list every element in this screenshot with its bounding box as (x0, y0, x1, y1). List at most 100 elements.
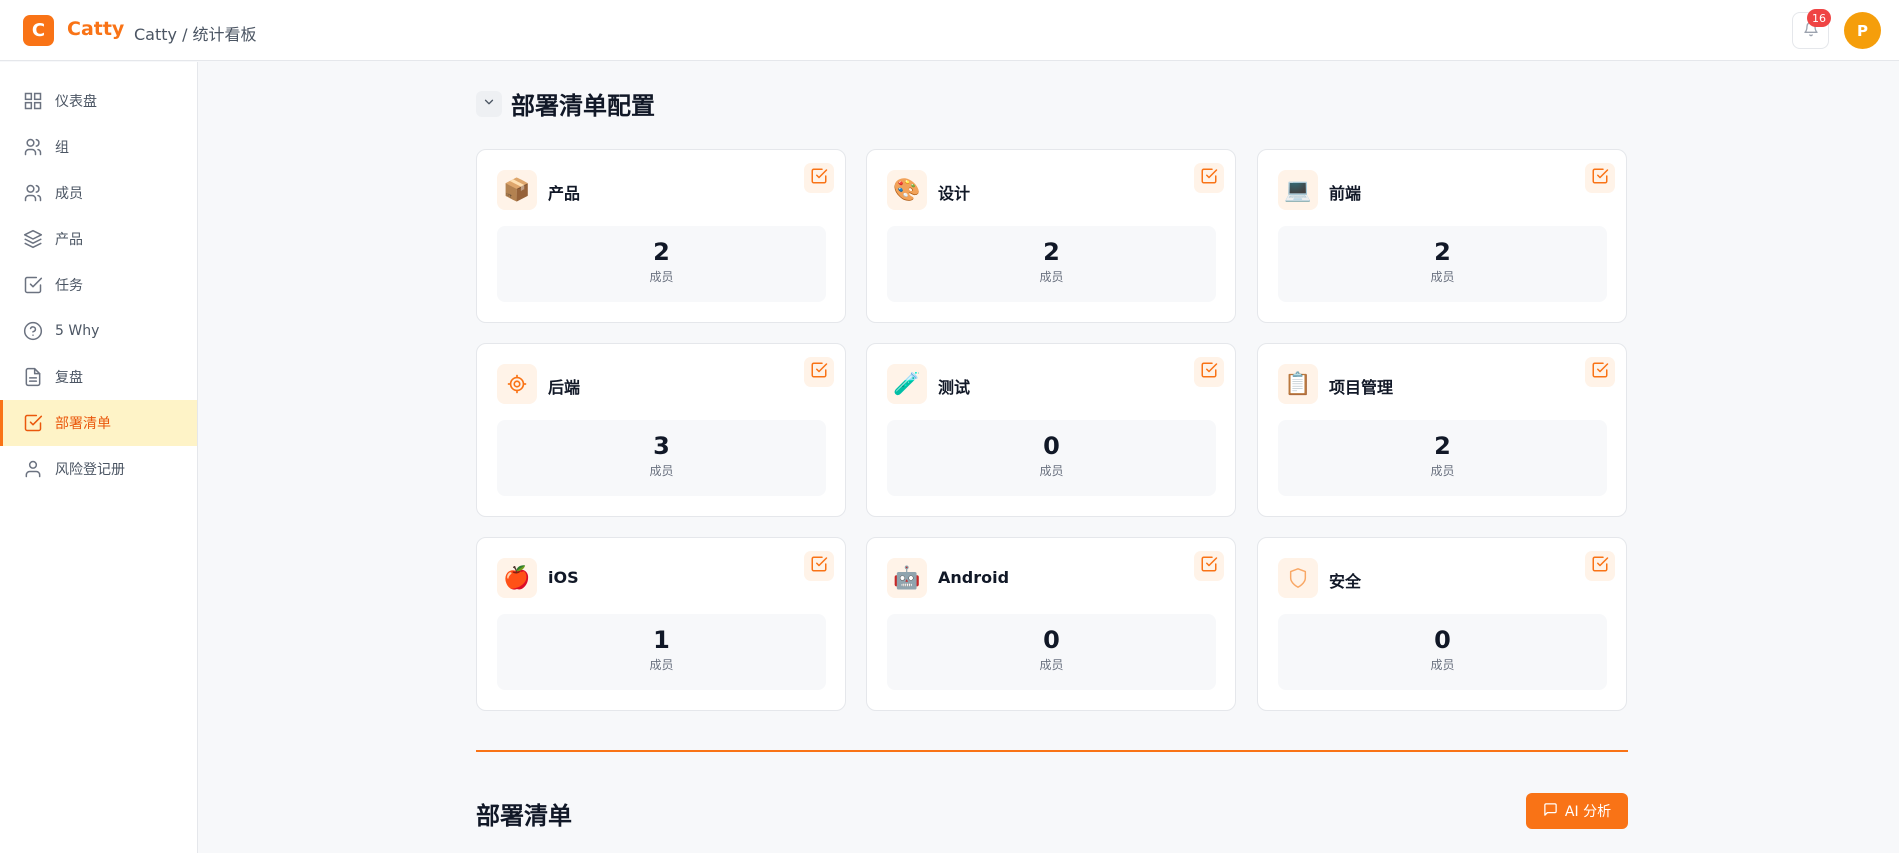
chevron-down-icon (482, 94, 496, 113)
sidebar-item-tasks[interactable]: 任务 (0, 262, 197, 308)
top-header: C Catty Catty / 统计看板 16 P (0, 0, 1899, 61)
test-tube-icon: 🧪 (887, 364, 927, 404)
member-stat: 2 成员 (887, 226, 1216, 302)
member-stat: 0 成员 (1278, 614, 1607, 690)
card-title: 设计 (938, 184, 971, 203)
sidebar-item-label: 部署清单 (55, 416, 111, 432)
role-card-product: 📦 产品 2 成员 (476, 149, 846, 323)
card-edit-button[interactable] (1194, 357, 1224, 387)
sidebar-item-products[interactable]: 产品 (0, 216, 197, 262)
card-edit-button[interactable] (1585, 551, 1615, 581)
sidebar: 仪表盘 组 成员 产品 任务 5 Why 复盘 部署清单 风险登记册 (0, 62, 198, 853)
member-stat: 1 成员 (497, 614, 826, 690)
card-edit-button[interactable] (804, 357, 834, 387)
card-edit-button[interactable] (1585, 163, 1615, 193)
role-card-android: 🤖 Android 0 成员 (866, 537, 1236, 711)
sidebar-item-label: 任务 (55, 278, 83, 294)
palette-icon: 🎨 (887, 170, 927, 210)
deploy-checklist-title: 部署清单 (476, 802, 572, 830)
sidebar-item-label: 组 (55, 140, 69, 156)
breadcrumb: Catty / 统计看板 (134, 25, 257, 44)
sidebar-item-label: 风险登记册 (55, 462, 125, 478)
member-stat: 0 成员 (887, 614, 1216, 690)
check-square-icon (1200, 167, 1218, 189)
check-square-icon (1591, 555, 1609, 577)
member-stat: 0 成员 (887, 420, 1216, 496)
card-edit-button[interactable] (1585, 357, 1615, 387)
member-stat: 2 成员 (1278, 226, 1607, 302)
check-square-icon (810, 361, 828, 383)
ai-analysis-button[interactable]: AI 分析 (1526, 793, 1628, 829)
check-square-icon (1200, 555, 1218, 577)
sidebar-item-label: 5 Why (55, 323, 100, 339)
member-label: 成员 (1039, 464, 1064, 478)
card-title: 安全 (1329, 572, 1362, 591)
document-icon (23, 367, 43, 387)
check-square-icon (810, 167, 828, 189)
section-header: 部署清单配置 (476, 86, 655, 121)
users-icon (23, 137, 43, 157)
role-card-backend: 后端 3 成员 (476, 343, 846, 517)
card-title: 产品 (548, 184, 581, 203)
role-card-ios: 🍎 iOS 1 成员 (476, 537, 846, 711)
sidebar-item-risk-register[interactable]: 风险登记册 (0, 446, 197, 492)
app-name[interactable]: Catty (67, 18, 124, 40)
role-card-testing: 🧪 测试 0 成员 (866, 343, 1236, 517)
check-square-icon (23, 413, 43, 433)
layers-icon (23, 229, 43, 249)
member-count: 2 (1434, 432, 1451, 460)
member-label: 成员 (1039, 270, 1064, 284)
gear-icon (497, 364, 537, 404)
member-count: 0 (1043, 626, 1060, 654)
dashboard-grid-icon (23, 91, 43, 111)
role-card-design: 🎨 设计 2 成员 (866, 149, 1236, 323)
card-edit-button[interactable] (1194, 551, 1224, 581)
member-count: 0 (1434, 626, 1451, 654)
sidebar-item-5why[interactable]: 5 Why (0, 308, 197, 354)
users-icon (23, 183, 43, 203)
check-square-icon (23, 275, 43, 295)
check-square-icon (810, 555, 828, 577)
card-edit-button[interactable] (804, 163, 834, 193)
member-label: 成员 (1039, 658, 1064, 672)
member-stat: 2 成员 (1278, 420, 1607, 496)
card-title: Android (938, 568, 1010, 587)
user-avatar[interactable]: P (1844, 12, 1881, 49)
member-count: 2 (1434, 238, 1451, 266)
member-count: 2 (1043, 238, 1060, 266)
check-square-icon (1591, 167, 1609, 189)
laptop-icon: 💻 (1278, 170, 1318, 210)
member-stat: 2 成员 (497, 226, 826, 302)
member-label: 成员 (649, 270, 674, 284)
sidebar-item-dashboard[interactable]: 仪表盘 (0, 78, 197, 124)
member-count: 0 (1043, 432, 1060, 460)
clipboard-icon: 📋 (1278, 364, 1318, 404)
card-title: 项目管理 (1329, 378, 1394, 397)
robot-icon: 🤖 (887, 558, 927, 598)
app-logo[interactable]: C (23, 15, 54, 46)
role-card-frontend: 💻 前端 2 成员 (1257, 149, 1627, 323)
check-square-icon (1591, 361, 1609, 383)
sidebar-item-retro[interactable]: 复盘 (0, 354, 197, 400)
check-square-icon (1200, 361, 1218, 383)
member-stat: 3 成员 (497, 420, 826, 496)
sidebar-item-label: 复盘 (55, 370, 83, 386)
sidebar-item-groups[interactable]: 组 (0, 124, 197, 170)
sidebar-item-deploy-checklist[interactable]: 部署清单 (0, 400, 197, 446)
member-label: 成员 (1430, 464, 1455, 478)
card-edit-button[interactable] (1194, 163, 1224, 193)
collapse-button[interactable] (476, 90, 502, 117)
sidebar-item-label: 成员 (55, 186, 83, 202)
member-count: 1 (653, 626, 670, 654)
card-edit-button[interactable] (804, 551, 834, 581)
role-card-project-management: 📋 项目管理 2 成员 (1257, 343, 1627, 517)
sidebar-item-label: 产品 (55, 232, 83, 248)
card-title: iOS (548, 568, 579, 587)
section-title: 部署清单配置 (511, 92, 655, 120)
message-icon (1543, 802, 1558, 821)
sidebar-item-members[interactable]: 成员 (0, 170, 197, 216)
sidebar-item-label: 仪表盘 (55, 94, 97, 110)
card-title: 后端 (548, 378, 581, 397)
role-card-security: 安全 0 成员 (1257, 537, 1627, 711)
section-divider (476, 750, 1628, 752)
